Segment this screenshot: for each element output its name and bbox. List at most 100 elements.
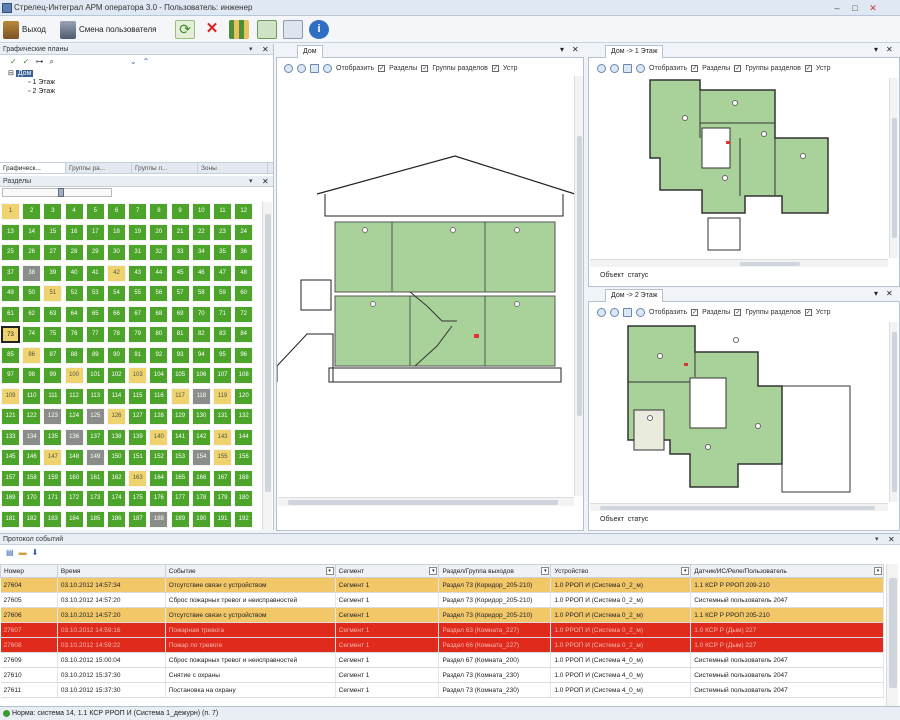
section-cell[interactable]: 98 bbox=[22, 367, 42, 384]
sections-close-icon[interactable]: ✕ bbox=[262, 176, 269, 186]
groups-checkbox[interactable]: ✓ bbox=[734, 65, 742, 72]
section-cell[interactable]: 123 bbox=[43, 408, 63, 425]
section-cell[interactable]: 126 bbox=[107, 408, 126, 425]
column-header[interactable]: Время bbox=[56, 564, 166, 578]
event-row[interactable]: 27610 03.10.2012 15:37:30 Снятие с охраны С… bbox=[0, 667, 884, 683]
section-cell[interactable]: 166 bbox=[191, 469, 211, 487]
check-icon[interactable]: ✓ bbox=[10, 57, 17, 67]
column-header[interactable]: Устройство ▾ bbox=[550, 564, 692, 578]
section-cell[interactable]: 146 bbox=[22, 449, 42, 466]
section-cell[interactable]: 69 bbox=[170, 305, 190, 323]
section-cell[interactable]: 156 bbox=[234, 449, 254, 466]
section-cell[interactable]: 129 bbox=[170, 408, 190, 425]
upper-floor-rooms[interactable] bbox=[334, 221, 556, 293]
plan-view-icon[interactable] bbox=[257, 20, 277, 39]
pin-icon[interactable]: ▾ bbox=[249, 44, 253, 54]
tree-floor-2[interactable]: ▫ 2 Этаж bbox=[8, 87, 273, 96]
section-cell[interactable]: 185 bbox=[85, 510, 105, 528]
maximize-button[interactable]: □ bbox=[848, 2, 862, 14]
floor1-hscrollbar[interactable] bbox=[590, 259, 888, 267]
house-view-tab[interactable]: Дом bbox=[297, 45, 323, 58]
section-cell[interactable]: 170 bbox=[22, 490, 42, 507]
section-cell[interactable]: 117 bbox=[170, 387, 190, 405]
section-cell[interactable]: 119 bbox=[213, 387, 232, 405]
section-cell[interactable]: 192 bbox=[234, 510, 254, 528]
floor1-close-icon[interactable]: ✕ bbox=[886, 45, 893, 54]
house-view-menu-icon[interactable]: ▾ bbox=[560, 45, 564, 54]
floor1-menu-icon[interactable]: ▾ bbox=[874, 45, 878, 54]
house-hscrollbar[interactable] bbox=[278, 497, 574, 506]
event-row[interactable]: 27604 03.10.2012 14:57:34 Отсутствие связи… bbox=[0, 577, 884, 593]
section-cell[interactable]: 79 bbox=[128, 326, 148, 343]
floor2-hscroll-thumb[interactable] bbox=[600, 506, 875, 510]
section-cell[interactable]: 176 bbox=[149, 490, 169, 507]
section-cell[interactable]: 90 bbox=[107, 346, 126, 364]
section-cell[interactable]: 33 bbox=[170, 244, 190, 261]
section-cell[interactable]: 12 bbox=[234, 203, 254, 220]
events-close-icon[interactable]: ✕ bbox=[888, 534, 895, 544]
devices-checkbox[interactable]: ✓ bbox=[804, 309, 812, 316]
search-icon[interactable]: ⌕ bbox=[49, 57, 53, 67]
detector-icon[interactable] bbox=[514, 301, 520, 307]
section-cell[interactable]: 147 bbox=[43, 449, 63, 466]
section-cell[interactable]: 81 bbox=[170, 326, 190, 343]
section-cell[interactable]: 1 bbox=[1, 203, 20, 220]
section-cell[interactable]: 99 bbox=[43, 367, 63, 384]
section-cell[interactable]: 151 bbox=[128, 449, 148, 466]
section-cell[interactable]: 118 bbox=[191, 387, 211, 405]
exit-button[interactable]: Выход bbox=[3, 19, 46, 40]
switch-user-button[interactable]: Смена пользователя bbox=[60, 19, 156, 40]
section-cell[interactable]: 82 bbox=[191, 326, 211, 343]
column-filter-icon[interactable]: ▾ bbox=[325, 567, 334, 575]
section-cell[interactable]: 138 bbox=[107, 428, 126, 446]
section-cell[interactable]: 20 bbox=[149, 223, 169, 241]
section-cell[interactable]: 80 bbox=[149, 326, 169, 343]
section-cell[interactable]: 21 bbox=[170, 223, 190, 241]
section-cell[interactable]: 49 bbox=[1, 285, 20, 302]
house-section-drawing[interactable] bbox=[277, 76, 575, 496]
section-cell[interactable]: 24 bbox=[234, 223, 254, 241]
section-cell[interactable]: 164 bbox=[149, 469, 169, 487]
section-cell[interactable]: 11 bbox=[213, 203, 232, 220]
book-icon[interactable] bbox=[283, 20, 303, 39]
detector-icon[interactable] bbox=[657, 353, 663, 359]
section-cell[interactable]: 58 bbox=[191, 285, 211, 302]
section-cell[interactable]: 37 bbox=[1, 264, 20, 282]
section-cell[interactable]: 121 bbox=[1, 408, 20, 425]
section-cell[interactable]: 46 bbox=[191, 264, 211, 282]
section-cell[interactable]: 100 bbox=[64, 367, 84, 384]
section-cell[interactable]: 65 bbox=[85, 305, 105, 323]
groups-checkbox[interactable]: ✓ bbox=[734, 309, 742, 316]
column-filter-icon[interactable]: ▾ bbox=[429, 567, 438, 575]
section-cell[interactable]: 104 bbox=[149, 367, 169, 384]
section-cell[interactable]: 43 bbox=[128, 264, 148, 282]
section-cell[interactable]: 17 bbox=[85, 223, 105, 241]
section-cell[interactable]: 3 bbox=[43, 203, 63, 220]
detector-icon[interactable] bbox=[370, 301, 376, 307]
section-cell[interactable]: 171 bbox=[43, 490, 63, 507]
section-cell[interactable]: 106 bbox=[191, 367, 211, 384]
section-cell[interactable]: 141 bbox=[170, 428, 190, 446]
detector-icon[interactable] bbox=[514, 227, 520, 233]
section-cell[interactable]: 134 bbox=[22, 428, 42, 446]
tab-output-groups[interactable]: Группы п... bbox=[132, 163, 198, 173]
section-cell[interactable]: 131 bbox=[213, 408, 232, 425]
section-cell[interactable]: 101 bbox=[85, 367, 105, 384]
section-cell[interactable]: 10 bbox=[191, 203, 211, 220]
section-cell[interactable]: 35 bbox=[213, 244, 232, 261]
section-cell[interactable]: 162 bbox=[107, 469, 126, 487]
section-cell[interactable]: 135 bbox=[43, 428, 63, 446]
section-cell[interactable]: 93 bbox=[170, 346, 190, 364]
check-all-icon[interactable]: ✓ bbox=[23, 57, 30, 67]
section-cell[interactable]: 108 bbox=[234, 367, 254, 384]
section-cell[interactable]: 187 bbox=[128, 510, 148, 528]
section-cell[interactable]: 142 bbox=[191, 428, 211, 446]
section-cell[interactable]: 148 bbox=[64, 449, 84, 466]
section-cell[interactable]: 183 bbox=[43, 510, 63, 528]
section-cell[interactable]: 136 bbox=[64, 428, 84, 446]
section-cell[interactable]: 95 bbox=[213, 346, 232, 364]
zoom-out-icon[interactable] bbox=[610, 308, 619, 317]
section-cell[interactable]: 127 bbox=[128, 408, 148, 425]
section-cell[interactable]: 182 bbox=[22, 510, 42, 528]
zoom-out-icon[interactable] bbox=[297, 64, 306, 73]
